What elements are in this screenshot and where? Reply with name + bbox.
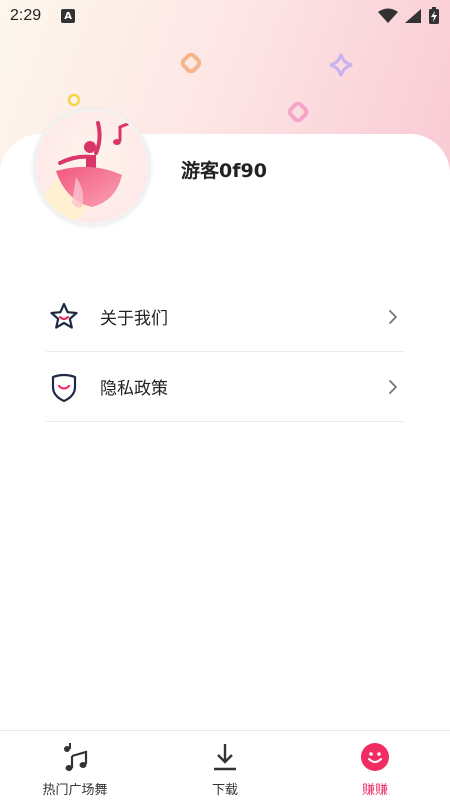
menu-item-privacy-policy[interactable]: 隐私政策 bbox=[46, 352, 404, 422]
decorative-circle-yellow bbox=[67, 93, 81, 107]
nav-label: 热门广场舞 bbox=[42, 783, 108, 798]
decorative-diamond-orange bbox=[180, 52, 202, 74]
chevron-right-icon bbox=[389, 379, 397, 394]
download-icon bbox=[209, 741, 241, 773]
nav-label: 赚赚 bbox=[361, 783, 388, 798]
nav-item-download[interactable]: 下载 bbox=[150, 731, 300, 800]
settings-menu: 关于我们 隐私政策 bbox=[46, 282, 404, 422]
battery-charging-icon bbox=[429, 7, 439, 24]
star-smile-icon bbox=[46, 299, 82, 335]
avatar[interactable] bbox=[33, 108, 151, 226]
nav-item-popular-square-dance[interactable]: 热门广场舞 bbox=[0, 731, 150, 800]
smiley-face-icon bbox=[359, 741, 391, 773]
shield-smile-icon bbox=[46, 369, 82, 405]
bottom-navigation: 热门广场舞 下载 赚赚 bbox=[0, 730, 450, 800]
cell-signal-icon bbox=[405, 9, 421, 23]
nav-label: 下载 bbox=[211, 783, 238, 798]
nav-item-earn[interactable]: 赚赚 bbox=[300, 731, 450, 800]
dancer-avatar-icon bbox=[36, 111, 148, 223]
content-card bbox=[0, 134, 450, 734]
chevron-right-icon bbox=[389, 309, 397, 324]
notification-a-icon: A bbox=[61, 9, 76, 23]
decorative-diamond-pink bbox=[287, 101, 309, 123]
decorative-sparkle-purple bbox=[329, 53, 353, 77]
music-notes-icon bbox=[59, 741, 91, 773]
username: 游客0f90 bbox=[181, 160, 267, 182]
menu-item-label: 隐私政策 bbox=[100, 379, 168, 399]
menu-item-label: 关于我们 bbox=[100, 309, 168, 329]
menu-item-about-us[interactable]: 关于我们 bbox=[46, 282, 404, 352]
status-bar: 2:29 A bbox=[0, 0, 450, 32]
status-time: 2:29 bbox=[10, 7, 42, 24]
wifi-icon bbox=[378, 8, 398, 23]
